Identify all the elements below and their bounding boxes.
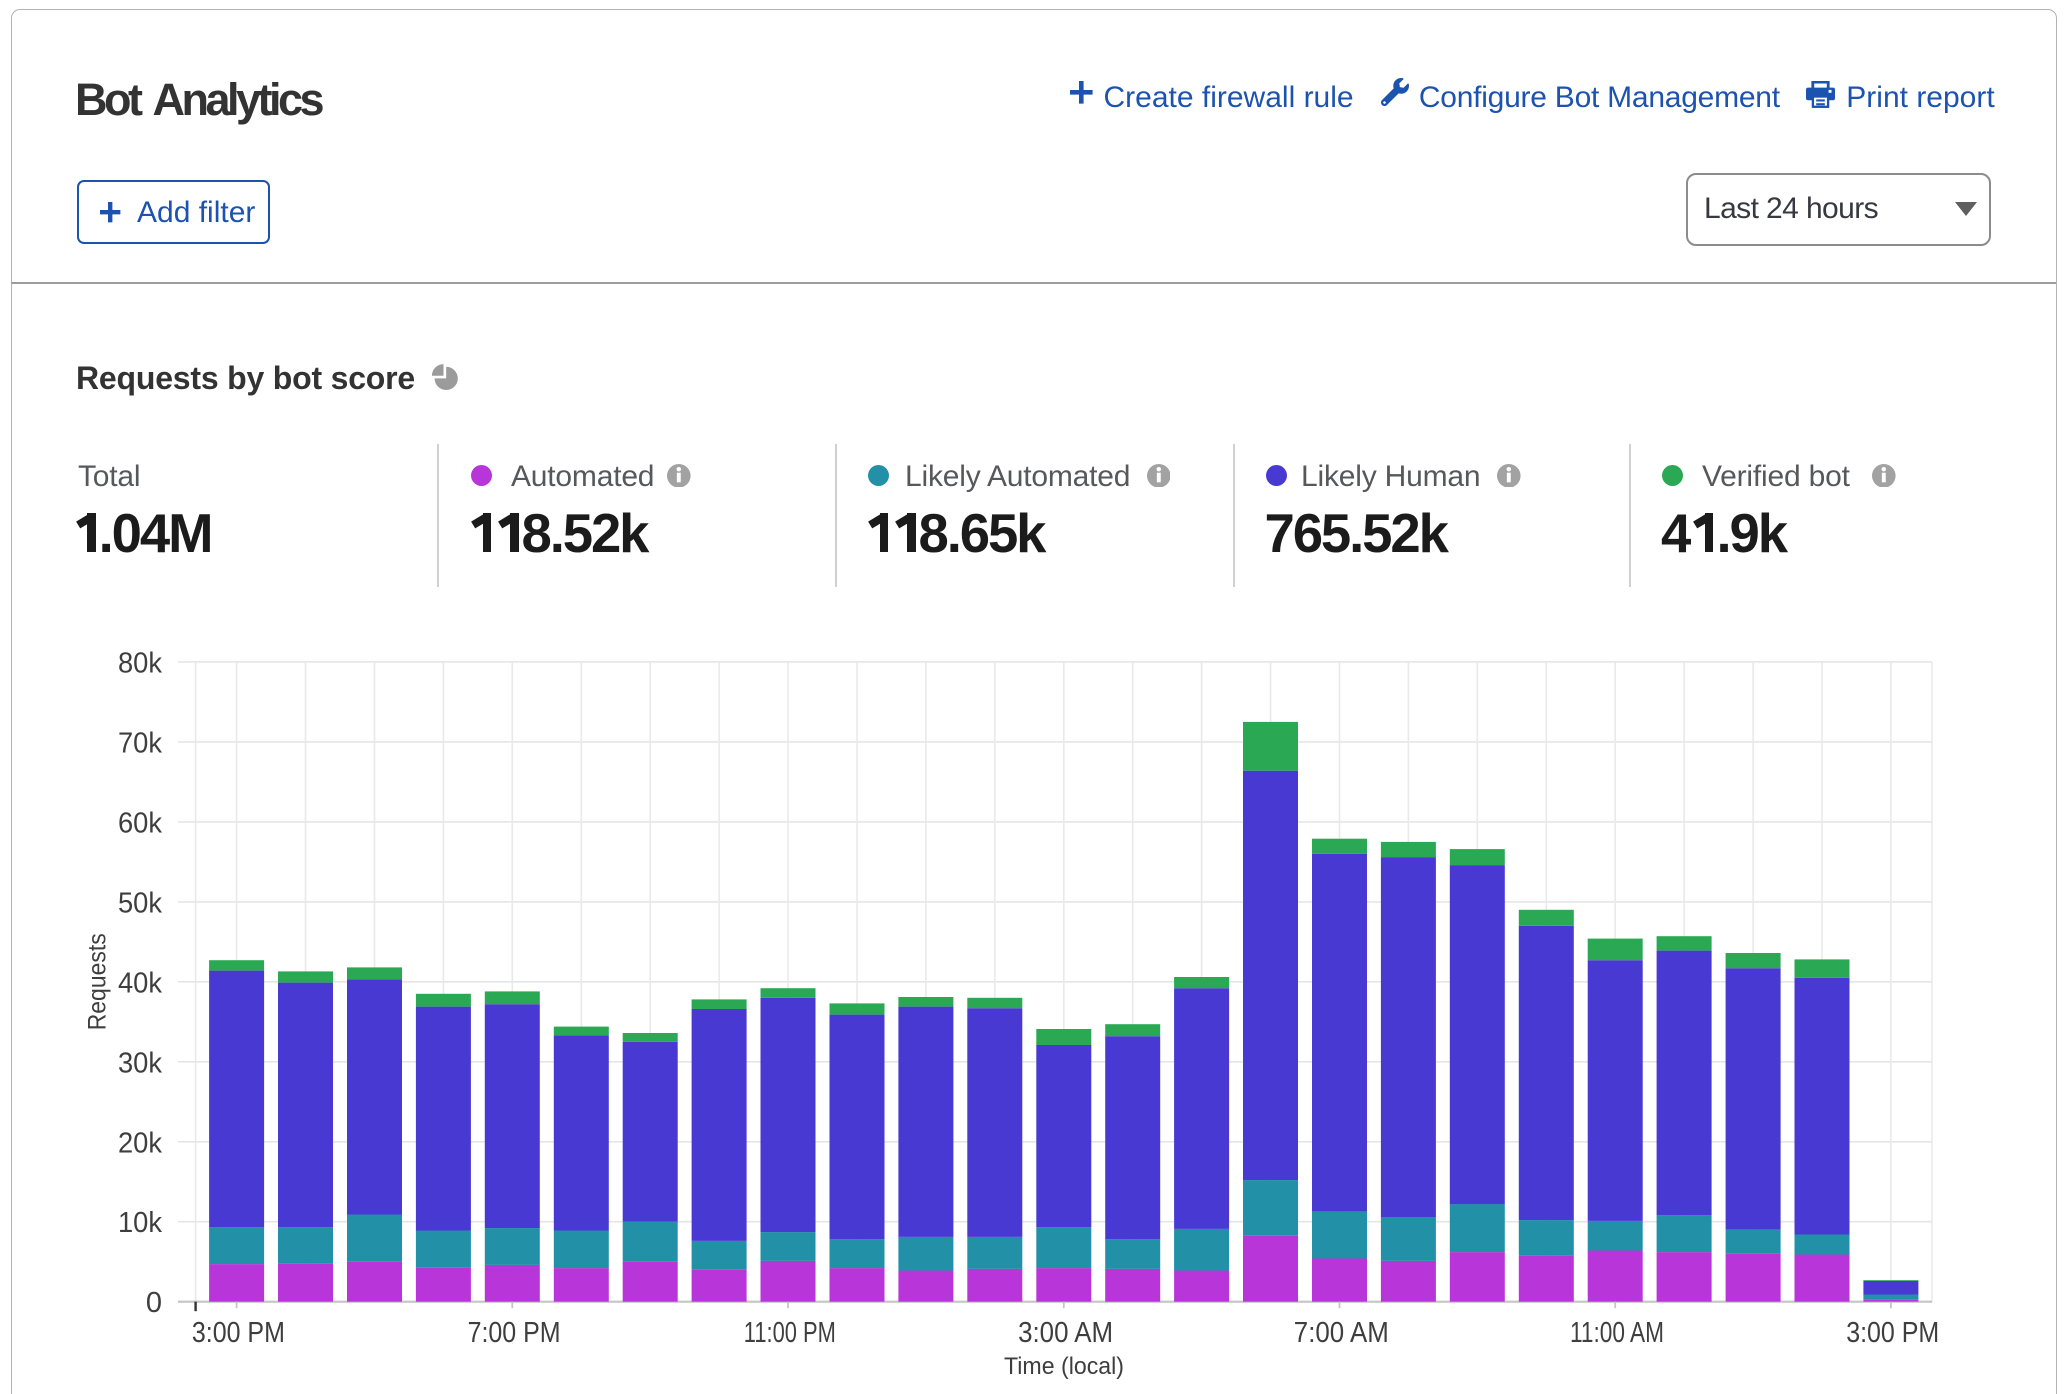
svg-text:11:00 AM: 11:00 AM <box>1570 1317 1664 1349</box>
svg-text:3:00 PM: 3:00 PM <box>192 1317 285 1349</box>
svg-text:50k: 50k <box>118 887 162 919</box>
svg-text:10k: 10k <box>118 1207 162 1239</box>
svg-text:3:00 AM: 3:00 AM <box>1018 1317 1113 1349</box>
svg-text:Requests: Requests <box>84 933 112 1030</box>
svg-text:7:00 PM: 7:00 PM <box>468 1317 561 1349</box>
svg-text:80k: 80k <box>118 647 162 679</box>
svg-text:3:00 PM: 3:00 PM <box>1846 1317 1939 1349</box>
svg-text:70k: 70k <box>118 727 162 759</box>
svg-text:40k: 40k <box>118 967 162 999</box>
svg-text:60k: 60k <box>118 807 162 839</box>
svg-text:11:00 PM: 11:00 PM <box>744 1317 836 1349</box>
svg-text:Time (local): Time (local) <box>1004 1353 1124 1380</box>
svg-text:7:00 AM: 7:00 AM <box>1294 1317 1389 1349</box>
svg-text:30k: 30k <box>118 1047 162 1079</box>
svg-text:20k: 20k <box>118 1127 162 1159</box>
svg-text:0: 0 <box>146 1287 162 1319</box>
